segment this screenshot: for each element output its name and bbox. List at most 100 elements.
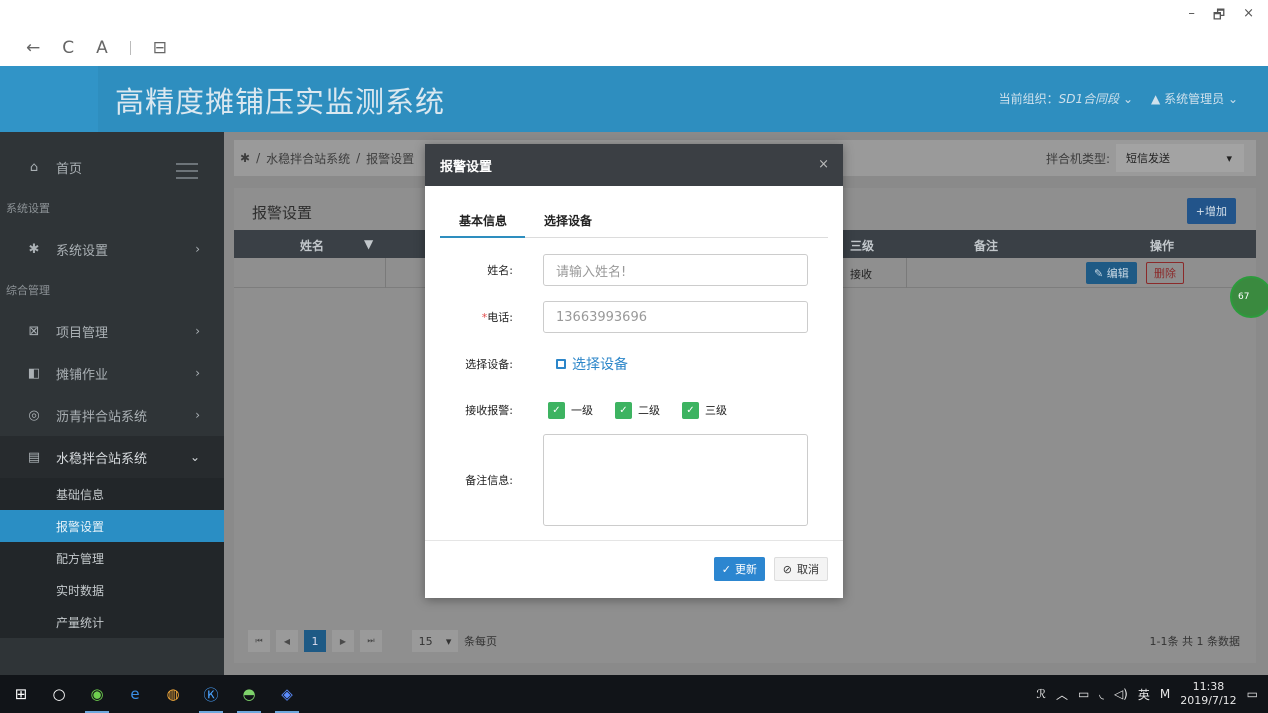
clock[interactable]: 11:38 2019/7/12: [1180, 680, 1236, 708]
edit-button[interactable]: ✎ 编辑: [1086, 262, 1137, 284]
sidebar-item-stabilized[interactable]: ▤ 水稳拌合站系统 ⌄: [0, 436, 224, 478]
column-header-ops: 操作: [1150, 239, 1175, 253]
level2-checkbox[interactable]: ✓ 二级: [615, 401, 660, 419]
remark-label: 备注信息:: [465, 474, 513, 487]
windows-start-icon[interactable]: ⊞: [6, 675, 36, 713]
tab-select-device[interactable]: 选择设备: [525, 202, 610, 238]
sidebar-item-label: 摊铺作业: [56, 367, 109, 383]
dialog-tabs: 基本信息 选择设备: [440, 202, 828, 238]
wechat-icon[interactable]: ◓: [234, 675, 264, 713]
last-page-button[interactable]: ⏭: [360, 630, 382, 652]
device-label: 选择设备:: [465, 358, 513, 371]
restore-button[interactable]: 🗗: [1213, 6, 1225, 28]
sidebar-item-paving[interactable]: ◧ 摊铺作业 ›: [0, 352, 224, 394]
sidebar-item-asphalt[interactable]: ◎ 沥青拌合站系统 ›: [0, 394, 224, 436]
dialog-footer: ✓ 更新 ⊘ 取消: [425, 540, 843, 598]
header-user-area: 当前组织：SD1合同段 ⌄ ▲ 系统管理员 ⌄: [999, 90, 1238, 107]
refresh-icon[interactable]: C: [62, 38, 74, 58]
app-k-icon[interactable]: Ⓚ: [196, 675, 226, 713]
reader-icon[interactable]: A: [96, 38, 108, 58]
sidebar-item-home[interactable]: ⌂ 首页: [0, 146, 224, 188]
page-number-button[interactable]: 1: [304, 630, 326, 652]
breadcrumb-item[interactable]: 水稳拌合站系统: [266, 150, 350, 167]
alarm-label: 接收报警:: [465, 404, 513, 417]
chevron-right-icon: ›: [195, 324, 200, 338]
cell-divider: [906, 258, 907, 288]
level1-checkbox[interactable]: ✓ 一级: [548, 401, 593, 419]
sidebar-subitem-basic-info[interactable]: 基础信息: [0, 478, 224, 510]
volume-icon[interactable]: ◁): [1114, 687, 1128, 701]
floating-badge[interactable]: 67: [1230, 276, 1268, 318]
home-icon: ⌂: [29, 159, 39, 175]
sidebar-item-project[interactable]: ⊠ 项目管理 ›: [0, 310, 224, 352]
chrome-icon[interactable]: ◍: [158, 675, 188, 713]
tab-basic-info[interactable]: 基本信息: [440, 202, 526, 238]
delete-button[interactable]: 删除: [1146, 262, 1184, 284]
sidebar-subitem-recipe[interactable]: 配方管理: [0, 542, 224, 574]
sidebar-subitem-realtime[interactable]: 实时数据: [0, 574, 224, 606]
people-icon[interactable]: ℛ: [1036, 687, 1046, 701]
alarm-level-checks: ✓ 一级 ✓ 二级 ✓ 三级: [548, 401, 727, 419]
next-page-button[interactable]: ▶: [332, 630, 354, 652]
name-input[interactable]: 请输入姓名!: [543, 254, 808, 286]
mixer-type-value: 短信发送: [1126, 152, 1170, 165]
tabs-icon[interactable]: ⊟: [153, 38, 167, 58]
gear-icon: ✱: [240, 151, 251, 165]
sidebar-subitem-alarm-settings[interactable]: 报警设置: [0, 510, 224, 542]
form-row-alarm: 接收报警: ✓ 一级 ✓ 二级 ✓ 三级: [425, 400, 843, 420]
chevron-right-icon: ›: [195, 242, 200, 256]
user-icon: ▲: [1151, 92, 1161, 106]
close-icon[interactable]: ×: [818, 157, 829, 172]
edge-icon[interactable]: e: [120, 675, 150, 713]
alarm-settings-dialog: 报警设置 × 基本信息 选择设备 姓名: 请输入姓名! *电话: 1366399…: [425, 144, 843, 598]
menu-toggle-icon[interactable]: [176, 163, 198, 184]
sidebar-item-settings[interactable]: ✱ 系统设置 ›: [0, 228, 224, 270]
sidebar-subitem-output[interactable]: 产量统计: [0, 606, 224, 638]
mixer-type-select[interactable]: 短信发送 ▾: [1116, 144, 1244, 172]
back-icon[interactable]: ←: [26, 38, 40, 58]
browser-360-icon[interactable]: ◉: [82, 675, 112, 713]
search-icon[interactable]: ○: [44, 675, 74, 713]
printer-icon: ▤: [27, 449, 41, 465]
chevron-down-icon: ⌄: [1227, 92, 1238, 106]
sidebar-section-label: 系统设置: [6, 202, 50, 215]
sidebar: ⌂ 首页 系统设置 ✱ 系统设置 › 综合管理 ⊠ 项目管理 › ◧ 摊铺作业 …: [0, 132, 224, 675]
chevron-up-icon[interactable]: ︿: [1056, 686, 1068, 703]
sidebar-item-label: 首页: [56, 161, 83, 177]
per-page-select[interactable]: 15 ▾: [412, 630, 458, 652]
notification-icon[interactable]: ▭: [1247, 687, 1258, 701]
user-menu[interactable]: ▲ 系统管理员 ⌄: [1151, 90, 1238, 107]
org-selector[interactable]: 当前组织：SD1合同段 ⌄: [999, 90, 1133, 107]
update-button[interactable]: ✓ 更新: [713, 557, 765, 581]
check-icon: ✓: [721, 562, 731, 576]
level3-checkbox[interactable]: ✓ 三级: [682, 401, 727, 419]
select-device-link[interactable]: 选择设备: [556, 354, 628, 374]
shield-app-icon[interactable]: ◈: [272, 675, 302, 713]
ime-mode-indicator[interactable]: M: [1160, 687, 1170, 701]
form-row-name: 姓名: 请输入姓名!: [425, 254, 843, 286]
mixer-type-filter: 拌合机类型: 短信发送 ▾: [1046, 144, 1244, 172]
battery-icon[interactable]: ▭: [1078, 687, 1089, 701]
wifi-icon[interactable]: ◟: [1099, 687, 1104, 701]
cell-divider: [385, 258, 386, 288]
remark-textarea[interactable]: [543, 434, 808, 526]
taskbar: ⊞ ○ ◉ e ◍ Ⓚ ◓ ◈ ℛ ︿ ▭ ◟ ◁) 英 M 11:38 201…: [0, 675, 1268, 713]
ime-indicator[interactable]: 英: [1138, 686, 1150, 703]
cancel-button[interactable]: ⊘ 取消: [773, 557, 828, 581]
window-controls: – 🗗 ×: [1188, 0, 1268, 28]
prev-page-button[interactable]: ◀: [276, 630, 298, 652]
per-page-value: 15: [418, 634, 433, 648]
add-button[interactable]: +增加: [1186, 198, 1236, 224]
panel-title: 报警设置: [252, 204, 313, 222]
logo: [0, 66, 98, 132]
filter-icon[interactable]: ▼: [364, 237, 373, 251]
close-window-button[interactable]: ×: [1243, 6, 1254, 28]
phone-input[interactable]: 13663993696: [543, 301, 808, 333]
minimize-button[interactable]: –: [1188, 6, 1195, 28]
first-page-button[interactable]: ⏮: [248, 630, 270, 652]
phone-label: *电话:: [481, 311, 513, 324]
grid-icon: ⊠: [28, 323, 40, 339]
sidebar-item-label: 系统设置: [56, 243, 109, 259]
gear-icon: ✱: [28, 241, 40, 257]
per-page-suffix: 条每页: [464, 635, 497, 648]
